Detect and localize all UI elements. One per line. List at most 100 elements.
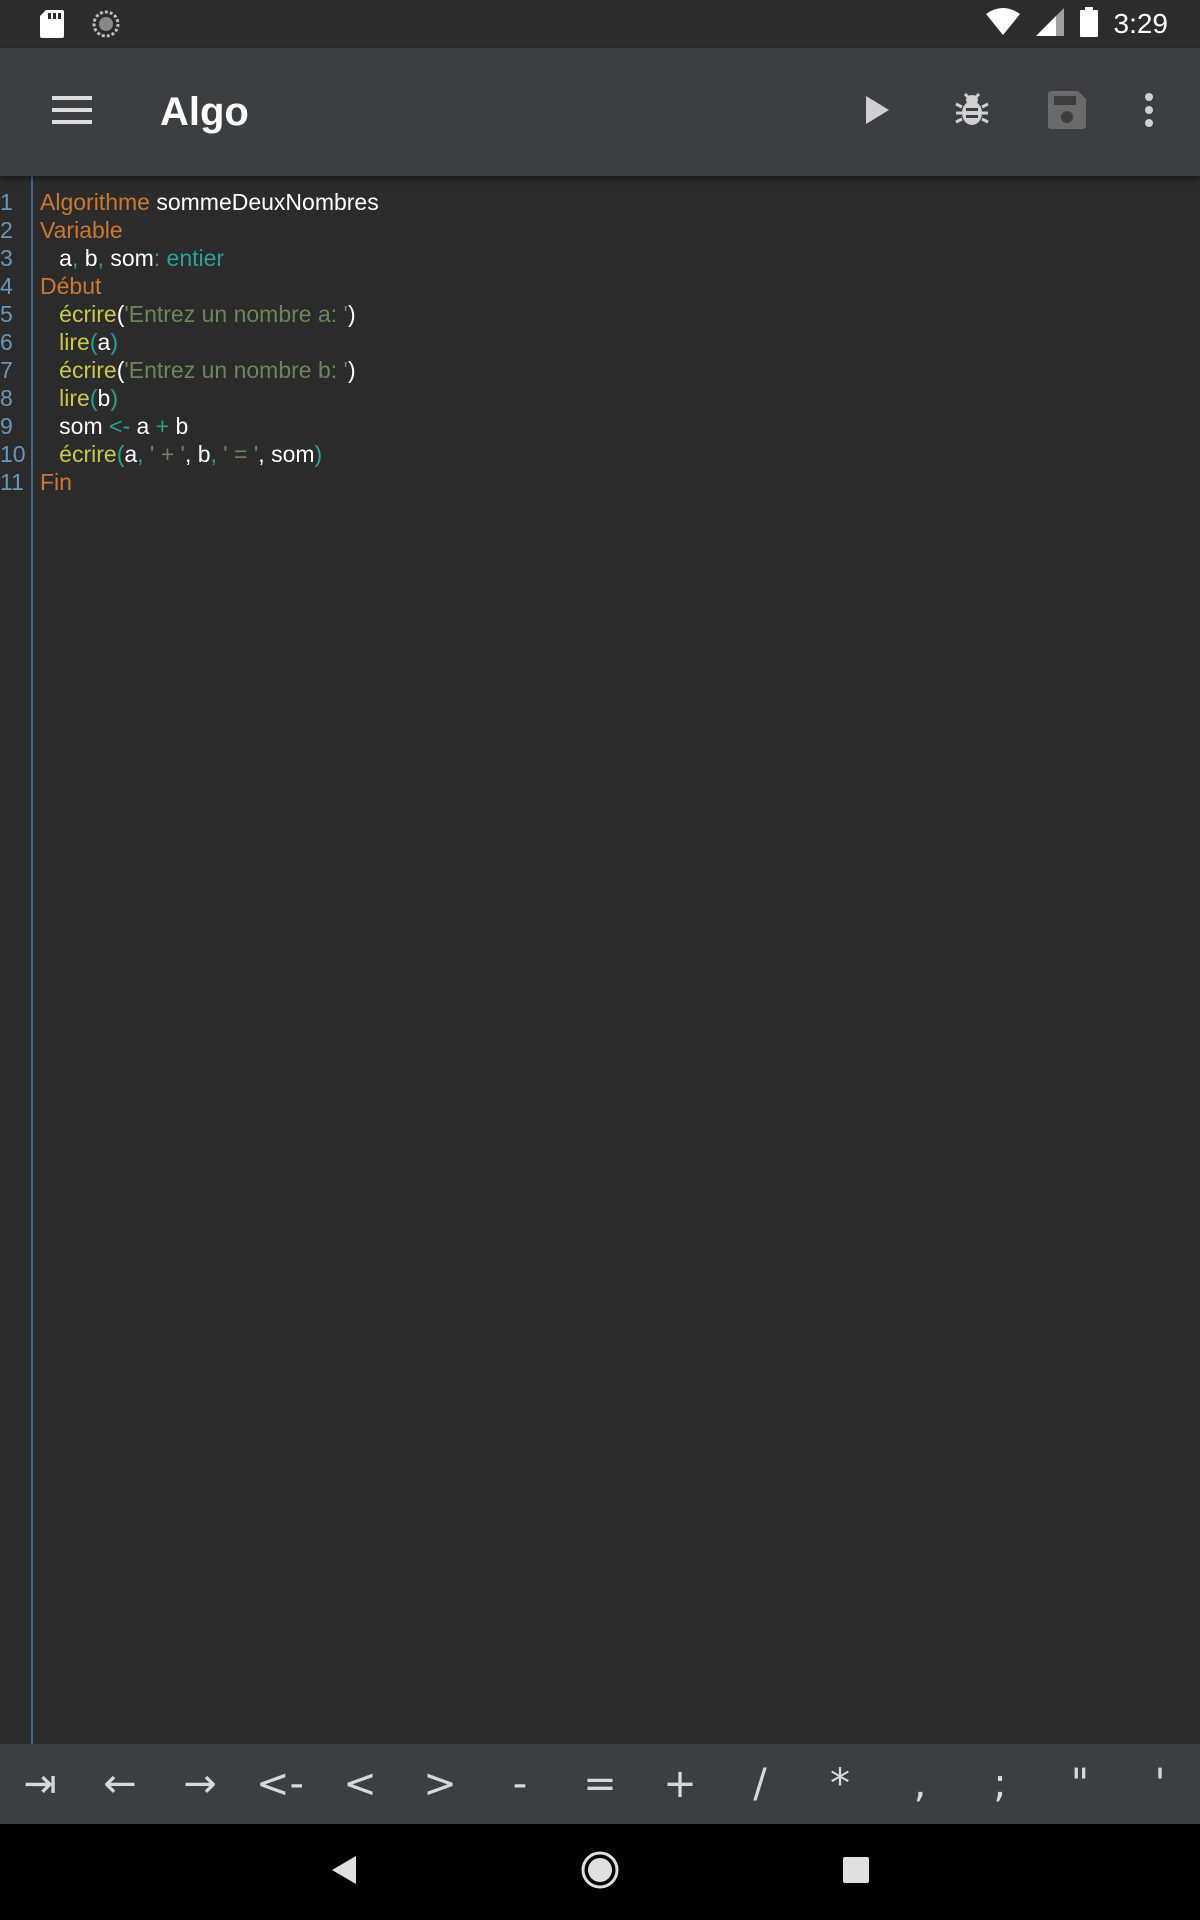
code-token: ): [347, 301, 356, 327]
sync-icon: [92, 10, 120, 43]
symbol-key[interactable]: =: [560, 1744, 640, 1824]
code-token: ' + ': [143, 441, 185, 467]
code-token: entier: [160, 245, 225, 271]
code-token: <-: [102, 413, 131, 439]
symbol-key[interactable]: ': [1120, 1744, 1200, 1824]
symbol-key[interactable]: -: [480, 1744, 560, 1824]
line-source: Variable: [40, 216, 123, 244]
bug-icon: [954, 92, 990, 133]
recents-button[interactable]: [832, 1848, 880, 1896]
code-token: (: [89, 329, 98, 355]
line-source: lire(b): [40, 384, 118, 412]
symbol-key[interactable]: ←: [80, 1744, 160, 1824]
line-number: 9: [0, 413, 13, 439]
symbol-key[interactable]: *: [800, 1744, 880, 1824]
symbol-key[interactable]: <: [320, 1744, 400, 1824]
line-number: 8: [0, 385, 13, 411]
code-token: som: [40, 413, 103, 439]
code-line[interactable]: 5 écrire('Entrez un nombre a: '): [0, 300, 1200, 328]
code-line[interactable]: 7 écrire('Entrez un nombre b: '): [0, 356, 1200, 384]
code-token: a: [97, 329, 111, 355]
home-button[interactable]: [576, 1848, 624, 1896]
code-token: Variable: [40, 217, 123, 243]
play-icon: [864, 95, 890, 130]
code-token: lire: [40, 385, 90, 411]
code-line[interactable]: 6 lire(a): [0, 328, 1200, 356]
debug-button[interactable]: [924, 80, 1019, 144]
line-source: écrire(a, ' + ', b, ' = ', som): [40, 440, 322, 468]
code-line[interactable]: 3 a, b, som: entier: [0, 244, 1200, 272]
line-source: écrire('Entrez un nombre a: '): [40, 300, 356, 328]
sd-card-icon: [40, 10, 64, 43]
code-token: 'Entrez un nombre b: ': [124, 357, 348, 383]
code-token: b: [169, 413, 189, 439]
menu-button[interactable]: [40, 84, 104, 140]
symbol-key[interactable]: ": [1040, 1744, 1120, 1824]
code-line[interactable]: 1 Algorithme sommeDeuxNombres: [0, 188, 1200, 216]
line-number: 3: [0, 245, 13, 271]
line-number: 2: [0, 217, 13, 243]
code-line[interactable]: 11 Fin: [0, 468, 1200, 496]
page-title: Algo: [160, 90, 249, 134]
symbol-key[interactable]: ⇥: [0, 1744, 80, 1824]
line-number: 11: [0, 469, 24, 495]
line-number: 7: [0, 357, 13, 383]
code-token: Début: [40, 273, 102, 299]
recents-icon: [843, 1856, 869, 1888]
symbol-key[interactable]: <-: [240, 1744, 320, 1824]
code-token: (: [89, 385, 98, 411]
cell-signal-icon: [1035, 7, 1064, 41]
code-token: b: [191, 441, 211, 467]
code-line[interactable]: 4 Début: [0, 272, 1200, 300]
line-source: lire(a): [40, 328, 118, 356]
code-token: écrire: [40, 357, 117, 383]
line-source: Fin: [40, 468, 72, 496]
run-button[interactable]: [829, 80, 924, 144]
code-lines: 1 Algorithme sommeDeuxNombres 2 Variable 3 a…: [0, 188, 1200, 496]
line-source: Algorithme sommeDeuxNombres: [40, 188, 379, 216]
code-token: 'Entrez un nombre a: ': [124, 301, 348, 327]
symbol-shortcut-bar: ⇥ ← → <- < > - = + / *,; " ': [0, 1744, 1200, 1824]
code-line[interactable]: 10 écrire(a, ' + ', b, ' = ', som): [0, 440, 1200, 468]
symbol-key[interactable]: +: [640, 1744, 720, 1824]
battery-icon: [1079, 6, 1098, 42]
symbol-key[interactable]: ,: [880, 1744, 960, 1824]
code-token: Fin: [40, 469, 72, 495]
code-line[interactable]: 2 Variable: [0, 216, 1200, 244]
line-source: som <- a + b: [40, 412, 188, 440]
app-toolbar: Algo: [0, 48, 1200, 176]
symbol-key[interactable]: ;: [960, 1744, 1040, 1824]
code-line[interactable]: 8 lire(b): [0, 384, 1200, 412]
home-icon: [580, 1850, 620, 1895]
navigation-bar: [0, 1824, 1200, 1920]
line-source: a, b, som: entier: [40, 244, 224, 272]
code-token: lire: [40, 329, 90, 355]
code-token: ): [110, 329, 118, 355]
code-token: a: [124, 441, 138, 467]
code-token: a: [40, 245, 72, 271]
line-number: 5: [0, 301, 13, 327]
code-token: Algorithme: [40, 189, 150, 215]
code-token: ): [347, 357, 356, 383]
symbol-key[interactable]: /: [720, 1744, 800, 1824]
more-vert-icon: [1144, 92, 1154, 132]
code-token: écrire: [40, 441, 117, 467]
hamburger-menu-icon: [52, 95, 92, 129]
save-icon: [1047, 90, 1086, 134]
code-editor[interactable]: 1 Algorithme sommeDeuxNombres 2 Variable 3 a…: [0, 176, 1200, 1744]
status-bar: 3:29: [0, 0, 1200, 48]
line-number: 4: [0, 273, 13, 299]
code-line[interactable]: 9 som <- a + b: [0, 412, 1200, 440]
more-options-button[interactable]: [1114, 80, 1184, 144]
status-time: 3:29: [1113, 8, 1169, 39]
line-number: 6: [0, 329, 13, 355]
code-token: a: [130, 413, 150, 439]
code-token: ' = ': [216, 441, 259, 467]
code-token: sommeDeuxNombres: [149, 189, 379, 215]
symbol-key[interactable]: >: [400, 1744, 480, 1824]
back-button[interactable]: [320, 1848, 368, 1896]
save-button[interactable]: [1019, 80, 1114, 144]
symbol-key[interactable]: →: [160, 1744, 240, 1824]
code-token: som: [103, 245, 154, 271]
code-token: écrire: [40, 301, 117, 327]
